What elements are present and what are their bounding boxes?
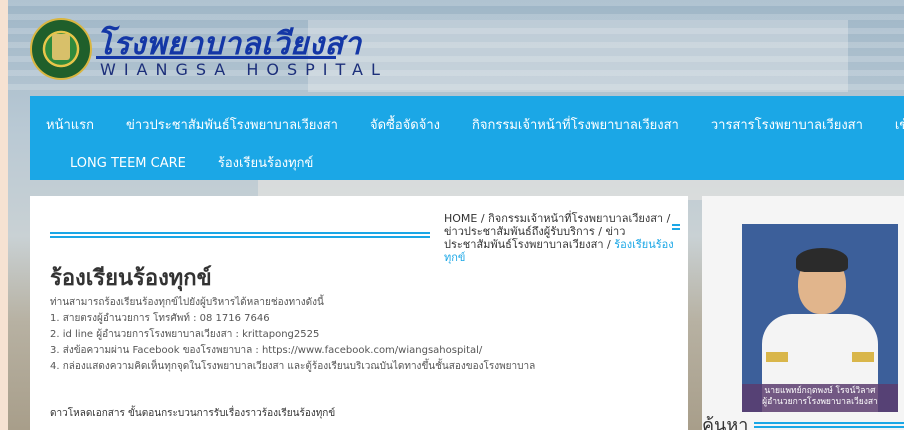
page-frame: โรงพยาบาลเวียงสา WIANGSA HOSPITAL หน้าแร… [0, 0, 904, 430]
nav-item-login[interactable]: เข้าสู่ระบบ [879, 112, 904, 140]
nav-row-2: LONG TEEM CARE ร้องเรียนร้องทุกข์ [30, 150, 329, 178]
search-heading-divider [754, 422, 904, 424]
photo-caption-name: นายแพทย์กฤตพงษ์ โรจน์วิลาศ [764, 386, 876, 396]
header-building-image [308, 20, 848, 92]
site-container: โรงพยาบาลเวียงสา WIANGSA HOSPITAL หน้าแร… [8, 0, 904, 430]
nav-item-news[interactable]: ข่าวประชาสัมพันธ์โรงพยาบาลเวียงสา [110, 112, 354, 140]
main-navigation: หน้าแรก ข่าวประชาสัมพันธ์โรงพยาบาลเวียงส… [30, 96, 904, 180]
hospital-logo-icon[interactable] [30, 18, 92, 80]
nav-item-home[interactable]: หน้าแรก [30, 112, 110, 140]
search-heading: ค้นหา [702, 415, 749, 430]
article-line-facebook[interactable]: 3. ส่งข้อความผ่าน Facebook ของโรงพยาบาล … [50, 343, 670, 359]
photo-hair [796, 248, 848, 272]
breadcrumb-staff-activities[interactable]: กิจกรรมเจ้าหน้าที่โรงพยาบาลเวียงสา [488, 212, 663, 225]
breadcrumb-separator: / [480, 212, 485, 225]
nav-item-long-term-care[interactable]: LONG TEEM CARE [30, 150, 202, 178]
breadcrumb-divider [50, 232, 430, 234]
breadcrumb-separator: / [598, 225, 602, 238]
nav-row-1: หน้าแรก ข่าวประชาสัมพันธ์โรงพยาบาลเวียงส… [30, 112, 904, 140]
article-line-phone: 1. สายตรงผู้อำนวยการ โทรศัพท์ : 08 1716 … [50, 313, 270, 324]
breadcrumb-home[interactable]: HOME [444, 212, 477, 225]
breadcrumb-divider-end [672, 224, 680, 226]
download-document-link[interactable]: ดาวโหลดเอกสาร ขั้นตอนกระบวนการรับเรื่องร… [50, 406, 335, 421]
photo-shoulder-board [766, 352, 788, 362]
article-intro: ท่านสามารถร้องเรียนร้องทุกข์ไปยังผู้บริห… [50, 297, 324, 308]
nav-item-staff-activities[interactable]: กิจกรรมเจ้าหน้าที่โรงพยาบาลเวียงสา [456, 112, 695, 140]
photo-shoulder-board [852, 352, 874, 362]
breadcrumb-separator: / [666, 212, 671, 225]
breadcrumb-separator: / [607, 238, 611, 251]
director-photo: นายแพทย์กฤตพงษ์ โรจน์วิลาศ ผู้อำนวยการโร… [742, 224, 898, 412]
nav-item-complaints[interactable]: ร้องเรียนร้องทุกข์ [202, 150, 330, 178]
article-line-line-id: 2. id line ผู้อำนวยการโรงพยาบาลเวียงสา :… [50, 329, 320, 340]
logo-emblem [52, 34, 70, 60]
page-title: ร้องเรียนร้องทุกข์ [50, 266, 212, 291]
main-content: HOME / กิจกรรมเจ้าหน้าที่โรงพยาบาลเวียงส… [30, 196, 688, 430]
photo-caption-title: ผู้อำนวยการโรงพยาบาลเวียงสา [762, 397, 878, 407]
sidebar: นายแพทย์กฤตพงษ์ โรจน์วิลาศ ผู้อำนวยการโร… [702, 196, 904, 430]
brand-english-name: WIANGSA HOSPITAL [100, 60, 388, 79]
breadcrumb-news-for-clients[interactable]: ข่าวประชาสัมพันธ์ถึงผู้รับบริการ [444, 225, 595, 238]
nav-item-procurement[interactable]: จัดซื้อจัดจ้าง [354, 112, 456, 140]
photo-caption: นายแพทย์กฤตพงษ์ โรจน์วิลาศ ผู้อำนวยการโร… [742, 384, 898, 412]
brand-underline [96, 56, 336, 59]
article-line-comment-box: 4. กล่องแสดงความคิดเห็นทุกจุดในโรงพยาบาล… [50, 361, 536, 372]
breadcrumb: HOME / กิจกรรมเจ้าหน้าที่โรงพยาบาลเวียงส… [444, 212, 676, 264]
article-body: ท่านสามารถร้องเรียนร้องทุกข์ไปยังผู้บริห… [50, 295, 670, 375]
nav-item-journal[interactable]: วารสารโรงพยาบาลเวียงสา [695, 112, 879, 140]
